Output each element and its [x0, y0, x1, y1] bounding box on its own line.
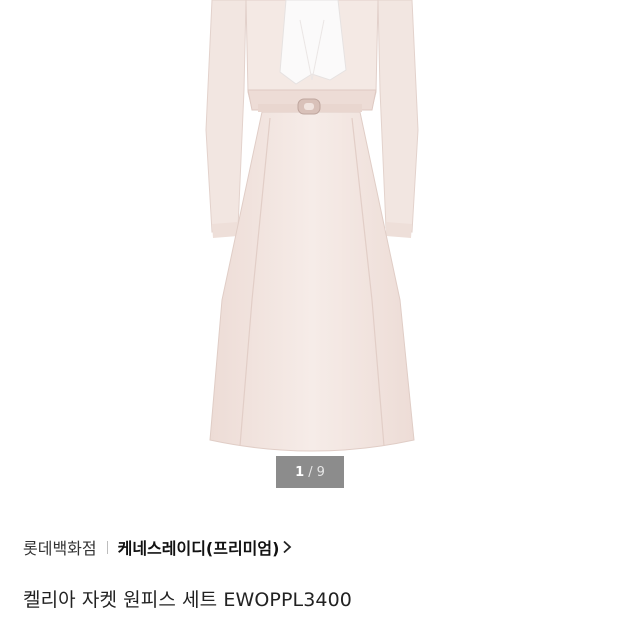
current-image-index: 1 [295, 464, 305, 480]
product-title: 켈리아 자켓 원피스 세트 EWOPPL3400 [23, 589, 352, 611]
total-image-count: 9 [316, 464, 325, 480]
brand-name: 케네스레이디(프리미엄) [117, 539, 280, 558]
store-name: 롯데백화점 [23, 539, 97, 558]
brand-link[interactable]: 케네스레이디(프리미엄) [118, 535, 293, 559]
image-counter: 1 / 9 [276, 456, 344, 488]
image-counter-separator: / [308, 464, 313, 480]
product-image [205, 0, 419, 452]
product-image-gallery[interactable]: 1 / 9 [0, 0, 620, 505]
meta-divider [106, 540, 108, 554]
product-meta-row: 롯데백화점 케네스레이디(프리미엄) [23, 536, 292, 558]
chevron-right-icon [282, 540, 292, 554]
